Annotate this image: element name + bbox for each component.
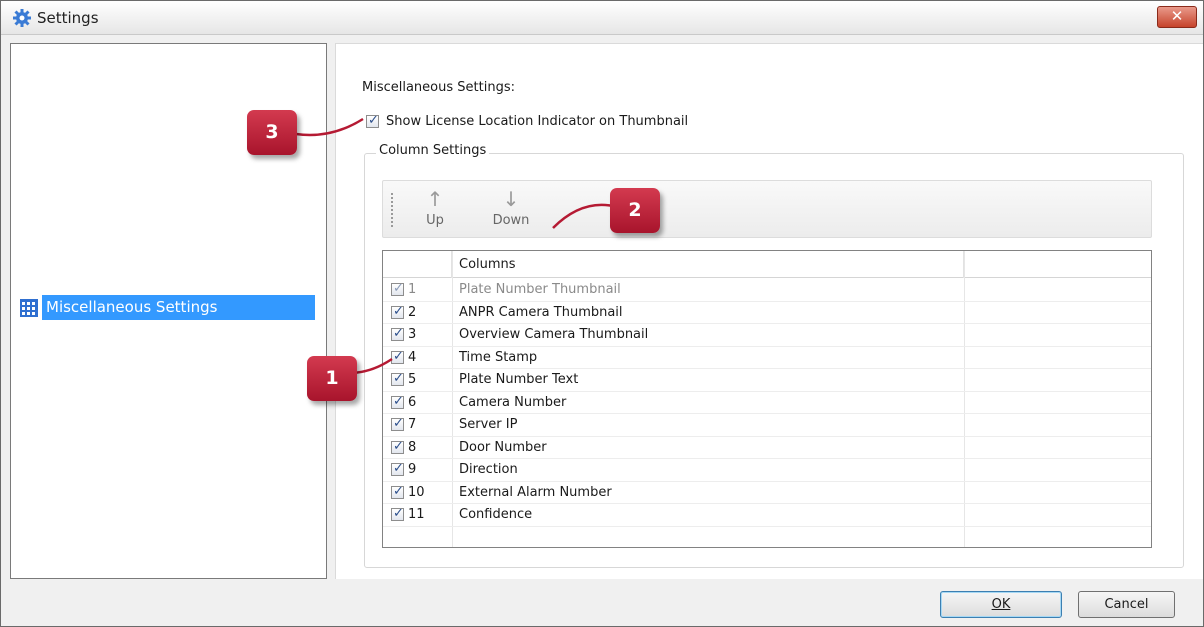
row-number: 11 xyxy=(408,507,425,522)
column-settings-legend: Column Settings xyxy=(376,143,490,158)
row-column-name: Door Number xyxy=(459,439,547,455)
list-item[interactable]: 8 Door Number xyxy=(383,437,1151,459)
list-item[interactable]: 5 Plate Number Text xyxy=(383,369,1151,392)
nav-item-label: Miscellaneous Settings xyxy=(42,295,315,320)
move-down-label: Down xyxy=(492,213,530,228)
row-column-name: Confidence xyxy=(459,507,533,522)
title-bar[interactable]: Settings ✕ xyxy=(1,1,1203,35)
move-down-button[interactable]: ↓ Down xyxy=(483,189,539,228)
close-icon: ✕ xyxy=(1170,7,1184,25)
section-title: Miscellaneous Settings: xyxy=(362,80,515,95)
list-item[interactable]: 11 Confidence xyxy=(383,504,1151,527)
row-checkbox[interactable] xyxy=(391,394,404,409)
row-column-name: Time Stamp xyxy=(459,349,538,365)
row-column-name: Plate Number Thumbnail xyxy=(459,282,621,297)
grid-icon xyxy=(20,299,38,317)
checkbox-checked[interactable] xyxy=(366,113,379,128)
list-header: Columns xyxy=(383,251,1151,278)
row-number: 5 xyxy=(408,372,417,387)
list-item[interactable]: 3 Overview Camera Thumbnail xyxy=(383,324,1151,347)
row-number: 1 xyxy=(408,282,417,297)
row-checkbox[interactable] xyxy=(391,439,404,454)
cancel-button[interactable]: Cancel xyxy=(1078,591,1175,618)
header-columns[interactable]: Columns xyxy=(452,251,964,278)
row-number: 4 xyxy=(408,349,417,365)
nav-item-miscellaneous-settings[interactable]: Miscellaneous Settings xyxy=(20,295,315,320)
gear-icon xyxy=(13,9,31,27)
row-column-name: ANPR Camera Thumbnail xyxy=(459,304,623,320)
row-number: 8 xyxy=(408,439,417,455)
ok-label: OK xyxy=(991,597,1011,612)
row-column-name: Plate Number Text xyxy=(459,372,579,387)
row-column-name: Overview Camera Thumbnail xyxy=(459,327,649,342)
row-checkbox[interactable] xyxy=(391,484,404,499)
callout-2: 2 xyxy=(610,188,660,233)
list-item[interactable]: 6 Camera Number xyxy=(383,392,1151,414)
row-column-name: Server IP xyxy=(459,417,518,432)
row-checkbox[interactable] xyxy=(391,416,404,431)
row-number: 9 xyxy=(408,462,417,477)
list-item[interactable]: 7 Server IP xyxy=(383,414,1151,437)
list-item[interactable]: 10 External Alarm Number xyxy=(383,482,1151,504)
ok-button[interactable]: OK xyxy=(940,591,1062,618)
move-up-label: Up xyxy=(426,213,444,228)
close-button[interactable]: ✕ xyxy=(1157,6,1197,28)
arrow-up-icon: ↑ xyxy=(426,187,444,211)
column-order-toolbar: ↑ Up ↓ Down xyxy=(382,180,1152,238)
list-item[interactable]: 1 Plate Number Thumbnail xyxy=(383,279,1151,302)
row-checkbox[interactable] xyxy=(391,326,404,341)
cancel-label: Cancel xyxy=(1104,597,1149,612)
show-license-label: Show License Location Indicator on Thumb… xyxy=(386,114,689,129)
header-check[interactable] xyxy=(383,251,452,278)
header-extra[interactable] xyxy=(964,251,1151,278)
row-column-name: Camera Number xyxy=(459,394,567,410)
row-checkbox[interactable] xyxy=(391,371,404,386)
toolbar-grip[interactable] xyxy=(391,193,393,227)
row-column-name: External Alarm Number xyxy=(459,484,612,500)
show-license-checkbox[interactable]: Show License Location Indicator on Thumb… xyxy=(366,113,689,129)
row-checkbox[interactable] xyxy=(391,349,404,364)
row-checkbox[interactable] xyxy=(391,506,404,521)
list-item[interactable]: 2 ANPR Camera Thumbnail xyxy=(383,302,1151,324)
row-checkbox[interactable] xyxy=(391,461,404,476)
settings-content-panel: Miscellaneous Settings: Show License Loc… xyxy=(335,43,1203,579)
window-title: Settings xyxy=(37,9,99,27)
row-number: 3 xyxy=(408,327,417,342)
row-number: 10 xyxy=(408,484,425,500)
row-checkbox[interactable] xyxy=(391,281,404,296)
arrow-down-icon: ↓ xyxy=(502,187,520,211)
row-number: 2 xyxy=(408,304,417,320)
row-column-name: Direction xyxy=(459,462,518,477)
row-checkbox[interactable] xyxy=(391,304,404,319)
row-number: 6 xyxy=(408,394,417,410)
row-number: 7 xyxy=(408,417,417,432)
move-up-button[interactable]: ↑ Up xyxy=(421,189,449,228)
list-item[interactable]: 4 Time Stamp xyxy=(383,347,1151,369)
list-item[interactable]: 9 Direction xyxy=(383,459,1151,482)
columns-list[interactable]: Columns 1 Plate Number Thumbnail 2 ANPR Cam… xyxy=(382,250,1152,548)
callout-3: 3 xyxy=(247,110,297,155)
settings-window: Settings ✕ Miscellaneous Settings Miscel… xyxy=(0,0,1204,627)
list-rows: 1 Plate Number Thumbnail 2 ANPR Camera Thum… xyxy=(383,279,1151,527)
callout-1: 1 xyxy=(307,356,357,401)
